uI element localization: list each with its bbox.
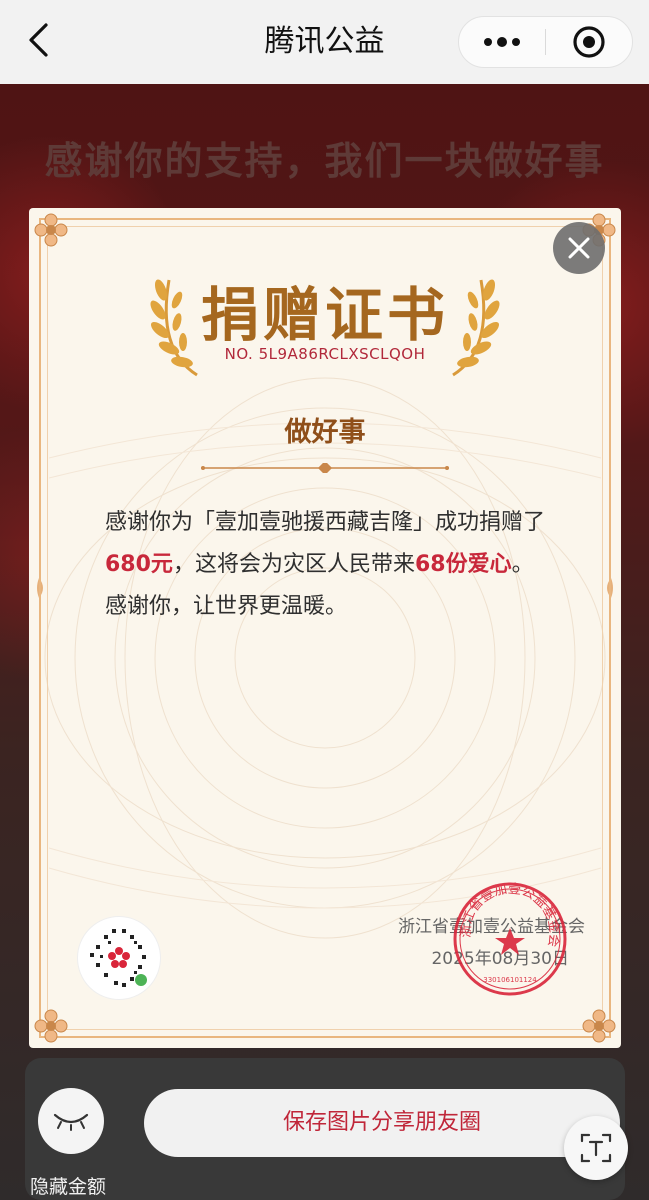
seal-number: 330106101124: [483, 976, 537, 984]
certificate-title: 捐赠证书: [200, 281, 449, 349]
navigation-bar: 腾讯公益: [0, 0, 649, 84]
corner-flower-icon: [34, 1009, 68, 1043]
official-seal-icon: 浙江省壹加壹公益基金会 330106101124: [453, 882, 567, 996]
exit-mini-program-button[interactable]: [546, 16, 632, 68]
more-button[interactable]: [459, 16, 545, 68]
target-circle-icon: [573, 26, 605, 58]
body-text: 感谢你为「壹加壹驰援西藏吉隆」成功捐赠了: [105, 510, 546, 535]
donation-amount: 680元: [105, 552, 173, 577]
certificate-number: NO. 5L9A86RCLXSCLQOH: [224, 345, 426, 363]
banner-text: 感谢你的支持，我们一块做好事: [44, 139, 605, 183]
close-certificate-button[interactable]: [553, 222, 605, 274]
text-recognition-button[interactable]: [564, 1116, 628, 1180]
hide-amount-toggle[interactable]: [38, 1088, 104, 1154]
body-text: ，这将会为灾区人民带来: [172, 552, 415, 577]
save-share-button[interactable]: 保存图片分享朋友圈: [144, 1089, 620, 1157]
text-recognition-icon: [580, 1133, 612, 1163]
donation-certificate: 捐赠证书 NO. 5L9A86RCLXSCLQOH 做好事 感谢你为「壹加壹驰援…: [29, 208, 621, 1048]
love-count: 68份爱心: [414, 552, 512, 577]
name-underline: [201, 463, 449, 473]
mini-program-code[interactable]: [77, 916, 161, 1000]
mini-program-capsule: [458, 16, 633, 68]
donor-name: 做好事: [284, 417, 366, 448]
more-dots-icon: [484, 37, 520, 47]
corner-flower-icon: [34, 213, 68, 247]
close-x-icon: [568, 237, 590, 259]
hide-amount-label: 隐藏金额: [30, 1176, 107, 1198]
qr-code-icon: [90, 929, 147, 987]
eye-closed-icon: [53, 1113, 89, 1131]
certificate-body: 感谢你为「壹加壹驰援西藏吉隆」成功捐赠了 680元，这将会为灾区人民带来68份爱心…: [105, 502, 555, 628]
corner-flower-icon: [582, 1009, 616, 1043]
